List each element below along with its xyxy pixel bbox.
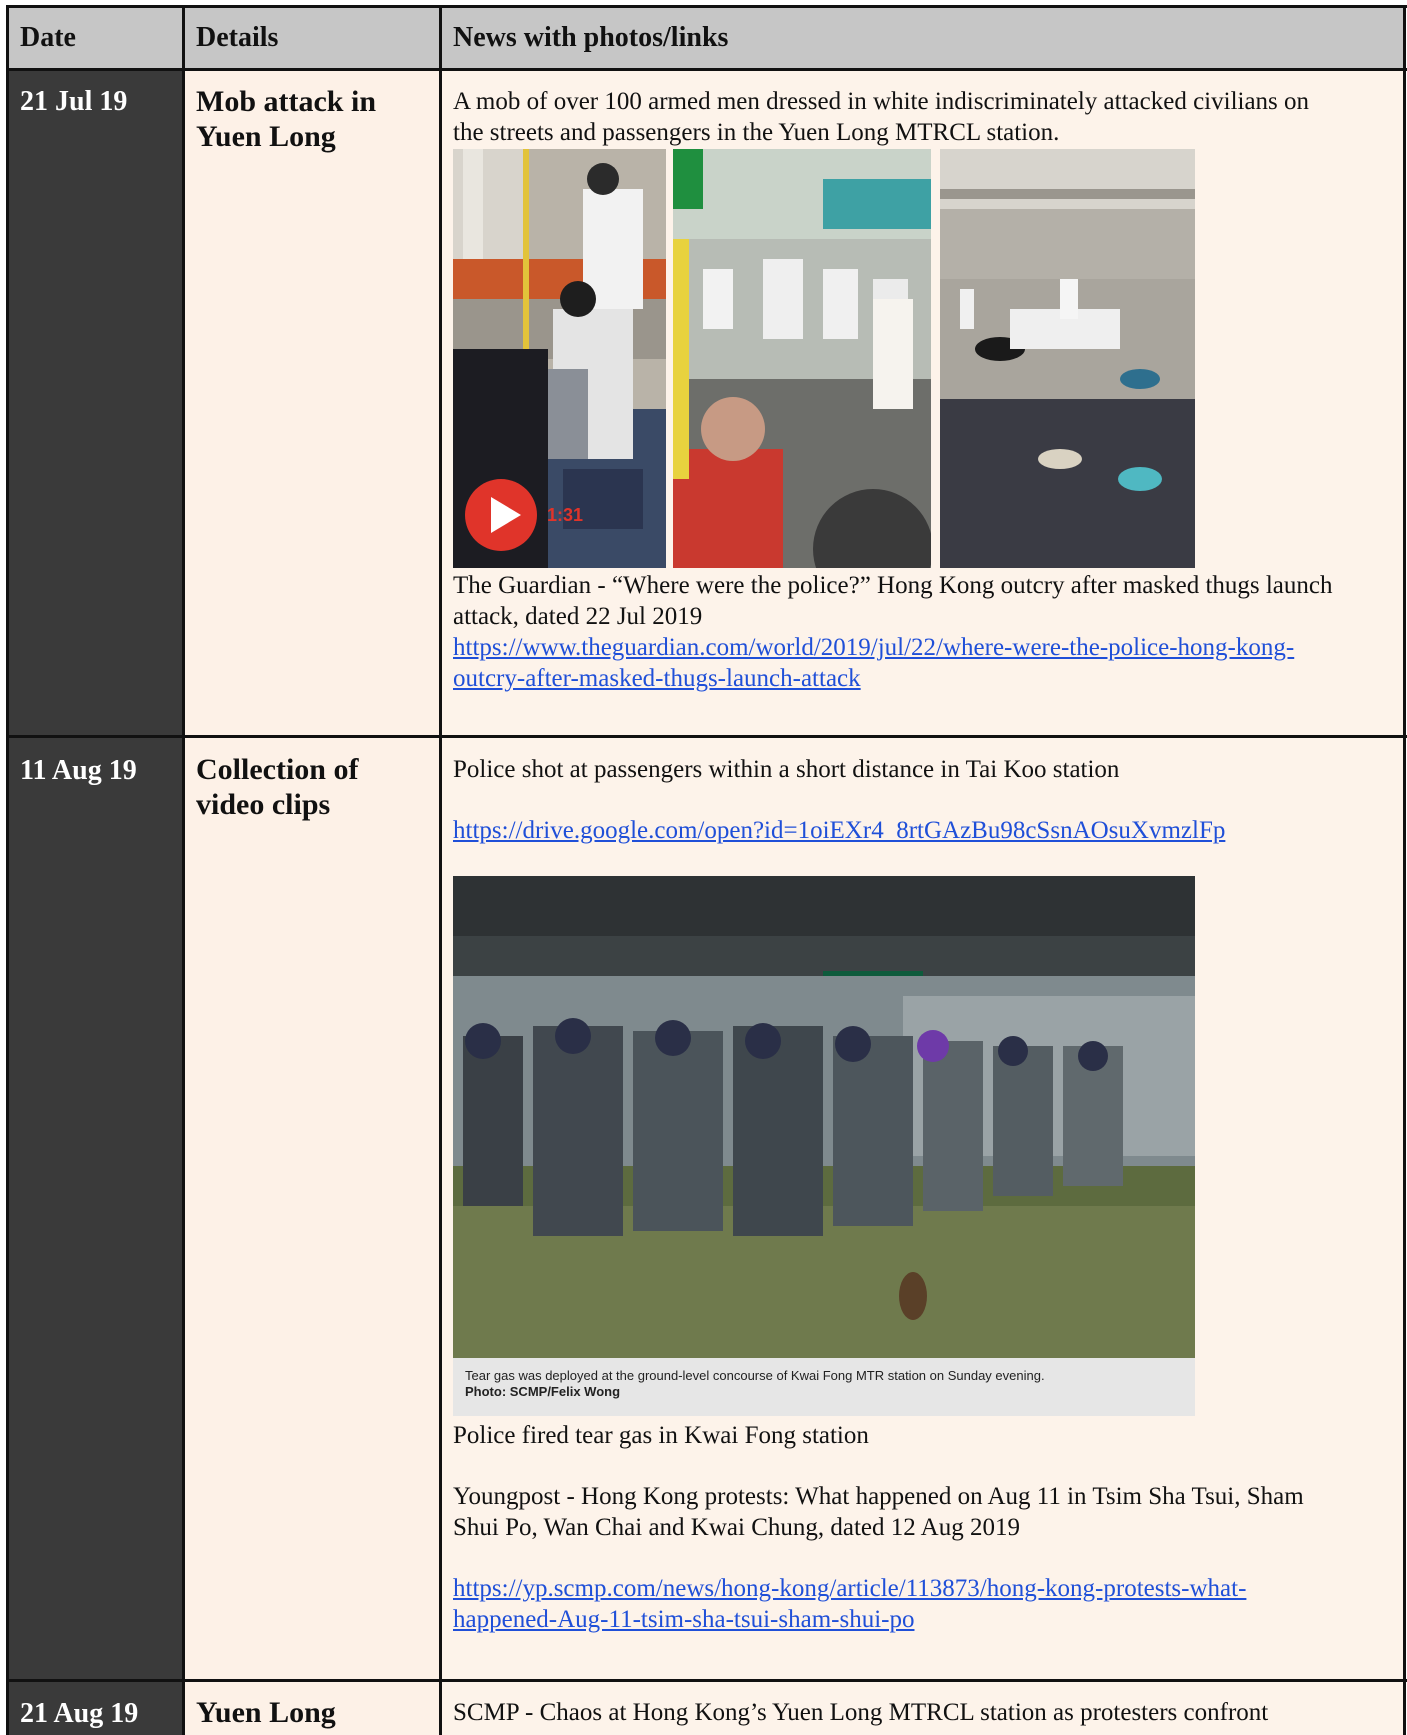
row2-source-line2: Shui Po, Wan Chai and Kwai Chung, dated … [453,1514,1020,1541]
row1-date-cell [8,70,184,737]
row2-drive-link[interactable]: https://drive.google.com/open?id=1oiEXr4… [453,815,1225,846]
video-thumbnail-train[interactable]: 1:31 [453,149,666,568]
row2-photo-description: Police fired tear gas in Kwai Fong stati… [453,1422,869,1449]
row3-date: 21 Aug 19 [20,1698,139,1729]
row1-date: 21 Jul 19 [20,86,128,117]
row-divider [6,1679,1407,1682]
row1-source-line1: The Guardian - “Where were the police?” … [453,572,1333,599]
table-border-left [6,5,9,1735]
row2-date: 11 Aug 19 [20,755,137,786]
column-divider [439,5,442,1735]
photo-kwai-fong-tear-gas [453,876,1195,1358]
row2-date-cell [8,737,184,1681]
table-border-right [1403,5,1406,1735]
row1-article-link-line1[interactable]: https://www.theguardian.com/world/2019/j… [453,632,1294,663]
row3-details-line1: Yuen Long [196,1696,336,1729]
header-divider [6,68,1407,71]
news-table: Date Details News with photos/links 21 J… [0,0,1407,1735]
photo-credit: Photo: SCMP/Felix Wong [465,1384,621,1399]
row2-details-line1: Collection of [196,753,359,786]
row1-source-line2: attack, dated 22 Jul 2019 [453,603,703,630]
row1-article-link-line2[interactable]: outcry-after-masked-thugs-launch-attack [453,663,861,694]
photo-concourse-mob [673,149,931,568]
row1-details-cell [184,70,441,737]
row2-details-cell [184,737,441,1681]
photo-caption-box: Tear gas was deployed at the ground-leve… [453,1358,1195,1416]
header-date: Date [20,22,76,53]
row2-details-line2: video clips [196,788,331,821]
row1-intro-line1: A mob of over 100 armed men dressed in w… [453,88,1310,115]
row2-article-link-line2[interactable]: happened-Aug-11-tsim-sha-tsui-sham-shui-… [453,1604,914,1635]
row2-intro: Police shot at passengers within a short… [453,756,1120,783]
row1-details-line2: Yuen Long [196,120,336,153]
column-divider [182,5,185,1735]
table-border-top [6,5,1407,8]
header-news: News with photos/links [453,22,729,53]
row3-intro: SCMP - Chaos at Hong Kong’s Yuen Long MT… [453,1699,1269,1726]
row2-source-line1: Youngpost - Hong Kong protests: What hap… [453,1483,1304,1510]
video-duration: 1:31 [547,505,584,525]
header-details: Details [196,22,279,53]
row1-intro-line2: the streets and passengers in the Yuen L… [453,119,1060,146]
row-divider [6,735,1407,738]
photo-station-crowd [940,149,1195,568]
row2-article-link-line1[interactable]: https://yp.scmp.com/news/hong-kong/artic… [453,1573,1246,1604]
photo-caption: Tear gas was deployed at the ground-leve… [465,1368,1045,1383]
row1-details-line1: Mob attack in [196,85,376,118]
